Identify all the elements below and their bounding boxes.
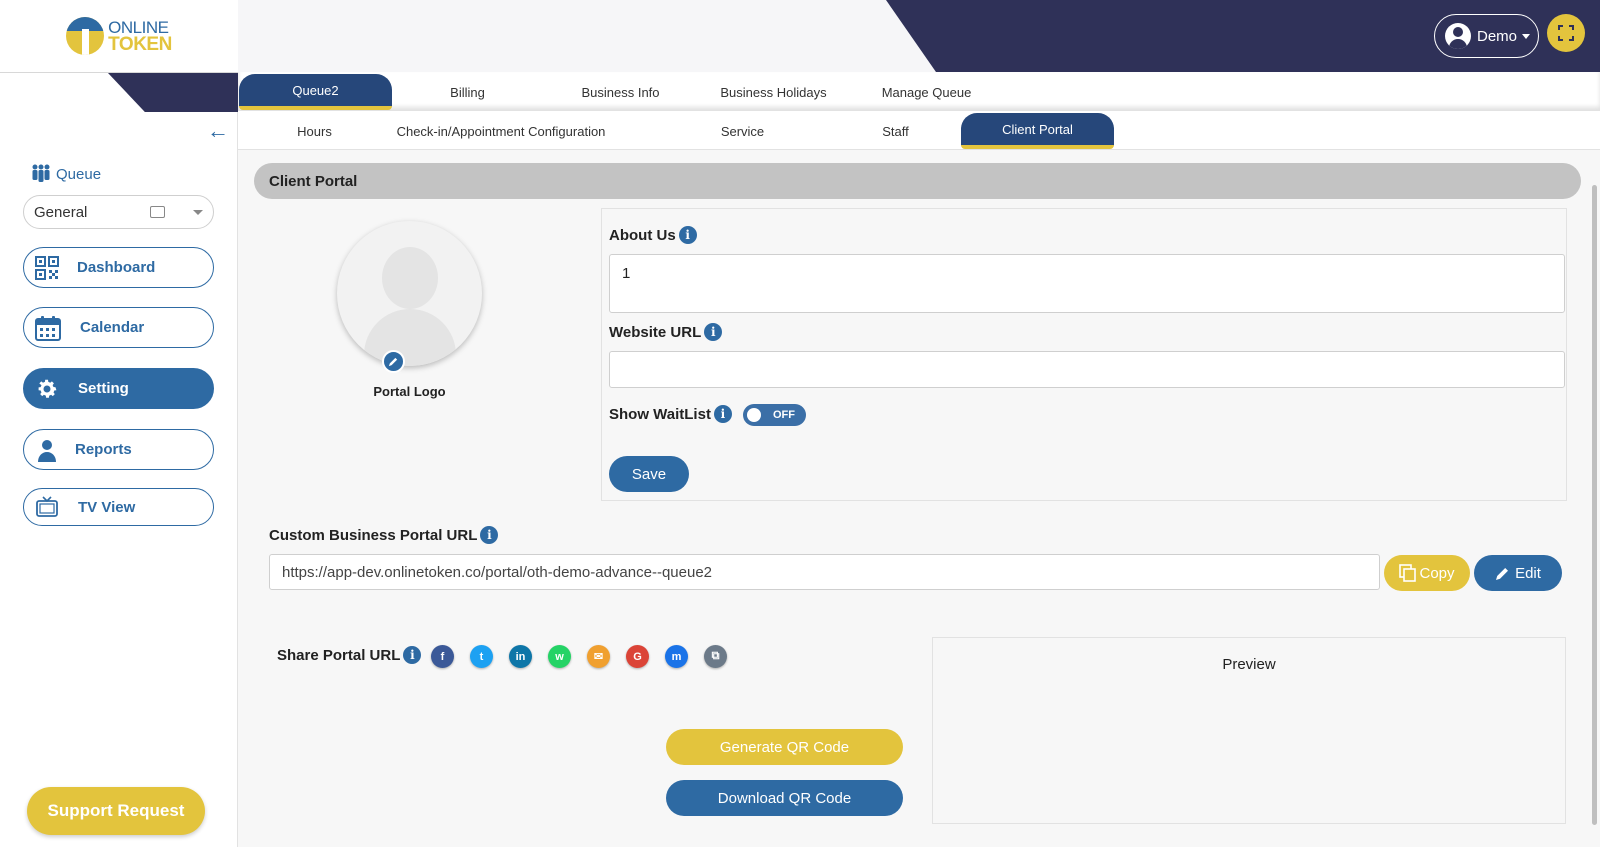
toggle-knob — [747, 408, 761, 422]
copy-url-button[interactable]: Copy — [1384, 555, 1470, 591]
tab-hours[interactable]: Hours — [238, 113, 391, 149]
qr-preview-panel: Preview — [932, 637, 1566, 824]
sidebar-band — [0, 72, 238, 112]
info-icon[interactable]: i — [704, 323, 723, 341]
show-waitlist-label: Show WaitList — [609, 405, 711, 423]
fullscreen-icon — [1558, 25, 1574, 41]
copy-label: Copy — [1419, 564, 1455, 582]
tab-billing[interactable]: Billing — [391, 74, 544, 110]
toggle-state: OFF — [773, 409, 795, 421]
secondary-tabs: Hours Check-in/Appointment Configuration… — [238, 111, 1600, 150]
about-us-textarea[interactable]: 1 — [609, 254, 1565, 313]
tab-service[interactable]: Service — [666, 113, 819, 149]
custom-url-label: Custom Business Portal URL — [269, 526, 478, 544]
qr-code-icon — [35, 256, 59, 280]
pencil-icon — [1496, 568, 1509, 580]
tab-queue2[interactable]: Queue2 — [239, 74, 392, 110]
brand-logo[interactable]: ONLINE TOKEN — [0, 0, 238, 72]
support-request-button[interactable]: Support Request — [27, 787, 205, 835]
tab-checkin-appointment[interactable]: Check-in/Appointment Configuration — [391, 113, 611, 149]
chevron-down-icon — [1522, 33, 1531, 39]
pencil-icon — [388, 357, 398, 367]
website-url-label-row: Website URL i — [609, 323, 723, 341]
download-qr-button[interactable]: Download QR Code — [666, 780, 903, 816]
website-url-label: Website URL — [609, 323, 702, 341]
google-icon[interactable]: G — [626, 645, 649, 668]
user-icon — [38, 440, 56, 462]
calendar-icon — [35, 316, 61, 341]
about-us-label-row: About Us i — [609, 226, 697, 244]
fullscreen-button[interactable] — [1547, 14, 1585, 52]
edit-label: Edit — [1515, 564, 1541, 582]
share-url-label: Share Portal URL — [277, 646, 401, 664]
info-icon[interactable]: i — [678, 226, 697, 244]
generate-qr-button[interactable]: Generate QR Code — [666, 729, 903, 765]
nav-reports-label: Reports — [75, 441, 132, 458]
tv-icon — [36, 496, 58, 517]
queue-select-value: General — [34, 203, 88, 221]
about-us-label: About Us — [609, 226, 676, 244]
custom-url-input[interactable]: https://app-dev.onlinetoken.co/portal/ot… — [269, 554, 1380, 590]
chevron-down-icon — [193, 210, 203, 215]
gear-icon — [38, 379, 57, 398]
top-header — [238, 0, 1600, 72]
nav-reports[interactable]: Reports — [23, 429, 214, 470]
queue-label: Queue — [56, 165, 102, 183]
sidebar: ONLINE TOKEN ← Queue General Dashboard C… — [0, 0, 238, 847]
tab-business-holidays[interactable]: Business Holidays — [697, 74, 850, 110]
email-icon[interactable]: ✉ — [587, 645, 610, 668]
info-icon[interactable]: i — [403, 646, 422, 664]
nav-calendar-label: Calendar — [80, 319, 145, 336]
custom-url-label-row: Custom Business Portal URL i — [269, 526, 499, 544]
nav-setting-label: Setting — [78, 380, 129, 397]
tab-business-info[interactable]: Business Info — [544, 74, 697, 110]
copy-link-icon[interactable]: ⧉ — [704, 645, 727, 668]
messenger-icon[interactable]: m — [665, 645, 688, 668]
portal-logo-image[interactable] — [337, 221, 482, 366]
user-name: Demo — [1477, 27, 1518, 45]
whatsapp-icon[interactable]: w — [548, 645, 571, 668]
nav-dashboard[interactable]: Dashboard — [23, 247, 214, 288]
user-menu-button[interactable]: Demo — [1434, 14, 1539, 58]
account-circle-icon — [1445, 23, 1471, 49]
share-url-label-row: Share Portal URL i — [277, 646, 422, 664]
collapse-sidebar-icon[interactable]: ← — [207, 120, 229, 142]
share-icons: f t in w ✉ Gm ⧉ — [431, 645, 743, 668]
portal-logo-label: Portal Logo — [373, 384, 446, 399]
info-icon[interactable]: i — [713, 405, 732, 423]
queue-heading: Queue — [30, 164, 101, 184]
brand-line2: TOKEN — [108, 34, 172, 55]
edit-url-button[interactable]: Edit — [1474, 555, 1562, 591]
preview-title: Preview — [1222, 656, 1276, 673]
facebook-icon[interactable]: f — [431, 645, 454, 668]
people-icon — [32, 164, 50, 182]
show-waitlist-toggle[interactable]: OFF — [743, 404, 806, 426]
edit-logo-button[interactable] — [382, 350, 405, 373]
nav-setting[interactable]: Setting — [23, 368, 214, 409]
primary-tabs: Queue2 Billing Business Info Business Ho… — [238, 72, 1600, 111]
save-button[interactable]: Save — [609, 456, 689, 492]
tab-staff[interactable]: Staff — [819, 113, 972, 149]
info-icon[interactable]: i — [480, 526, 499, 544]
section-title: Client Portal — [254, 163, 1581, 199]
nav-calendar[interactable]: Calendar — [23, 307, 214, 348]
logo-icon — [66, 17, 105, 55]
show-waitlist-label-row: Show WaitList i — [609, 405, 732, 423]
tab-manage-queue[interactable]: Manage Queue — [850, 74, 1003, 110]
nav-dashboard-label: Dashboard — [77, 259, 156, 276]
tab-client-portal[interactable]: Client Portal — [961, 113, 1114, 149]
nav-tv-view[interactable]: TV View — [23, 488, 214, 526]
queue-select[interactable]: General — [23, 195, 214, 229]
linkedin-icon[interactable]: in — [509, 645, 532, 668]
nav-tv-view-label: TV View — [78, 498, 136, 516]
website-url-input[interactable] — [609, 351, 1565, 388]
scrollbar[interactable] — [1592, 185, 1597, 825]
id-card-icon — [150, 206, 165, 218]
copy-icon — [1399, 564, 1417, 582]
twitter-icon[interactable]: t — [470, 645, 493, 668]
